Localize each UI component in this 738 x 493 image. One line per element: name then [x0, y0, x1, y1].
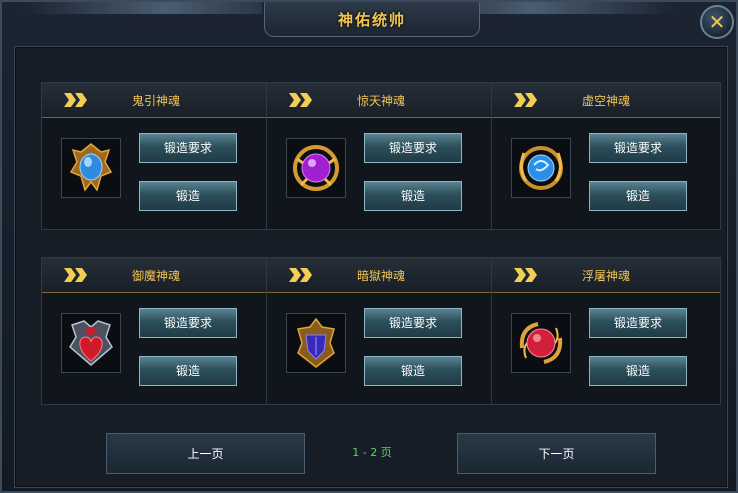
soul-card: 鬼引神魂 锻造要求 锻造	[41, 82, 271, 230]
card-header: 御魔神魂	[42, 258, 270, 293]
soul-card: 暗獄神魂 锻造要求 锻造	[266, 257, 496, 405]
card-title: 虚空神魂	[581, 94, 630, 108]
forge-button[interactable]: 锻造	[364, 356, 462, 386]
card-header: 暗獄神魂	[267, 258, 495, 293]
card-title: 浮屠神魂	[581, 269, 630, 283]
prev-page-button[interactable]: 上一页	[106, 433, 305, 474]
card-title: 惊天神魂	[356, 94, 405, 108]
card-header: 虚空神魂	[492, 83, 720, 118]
card-header: 惊天神魂	[267, 83, 495, 118]
title-bar: 神佑统帅	[264, 2, 480, 37]
forge-button[interactable]: 锻造	[589, 356, 687, 386]
card-title: 暗獄神魂	[356, 269, 405, 283]
forge-requirements-button[interactable]: 锻造要求	[364, 133, 462, 163]
card-header: 浮屠神魂	[492, 258, 720, 293]
close-button[interactable]: ✕	[700, 5, 734, 39]
next-page-button[interactable]: 下一页	[457, 433, 656, 474]
card-title: 鬼引神魂	[131, 94, 180, 108]
forge-button[interactable]: 锻造	[589, 181, 687, 211]
red-swirl-orb-icon	[511, 313, 571, 373]
blue-crystal-emblem-icon	[61, 138, 121, 198]
purple-orb-emblem-icon	[286, 138, 346, 198]
forge-requirements-button[interactable]: 锻造要求	[139, 308, 237, 338]
top-ornament-left	[22, 2, 262, 14]
dark-purple-shield-icon	[286, 313, 346, 373]
page-indicator: 1 - 2 页	[352, 446, 392, 459]
soul-card: 惊天神魂 锻造要求 锻造	[266, 82, 496, 230]
soul-card: 浮屠神魂 锻造要求 锻造	[491, 257, 721, 405]
soul-card: 虚空神魂 锻造要求 锻造	[491, 82, 721, 230]
forge-requirements-button[interactable]: 锻造要求	[139, 133, 237, 163]
soul-card: 御魔神魂 锻造要求 锻造	[41, 257, 271, 405]
close-x-icon: ✕	[708, 10, 726, 34]
red-heart-shield-icon	[61, 313, 121, 373]
window-title: 神佑统帅	[337, 10, 406, 29]
forge-button[interactable]: 锻造	[139, 356, 237, 386]
forge-requirements-button[interactable]: 锻造要求	[589, 308, 687, 338]
card-header: 鬼引神魂	[42, 83, 270, 118]
blue-swirl-orb-icon	[511, 138, 571, 198]
dialog-frame: 神佑统帅 ✕ 鬼引神魂 锻造要求 锻造 惊天神魂 锻造要求 锻造 虚空神魂 锻造…	[0, 0, 738, 493]
forge-button[interactable]: 锻造	[364, 181, 462, 211]
forge-button[interactable]: 锻造	[139, 181, 237, 211]
card-title: 御魔神魂	[131, 269, 180, 283]
forge-requirements-button[interactable]: 锻造要求	[589, 133, 687, 163]
forge-requirements-button[interactable]: 锻造要求	[364, 308, 462, 338]
